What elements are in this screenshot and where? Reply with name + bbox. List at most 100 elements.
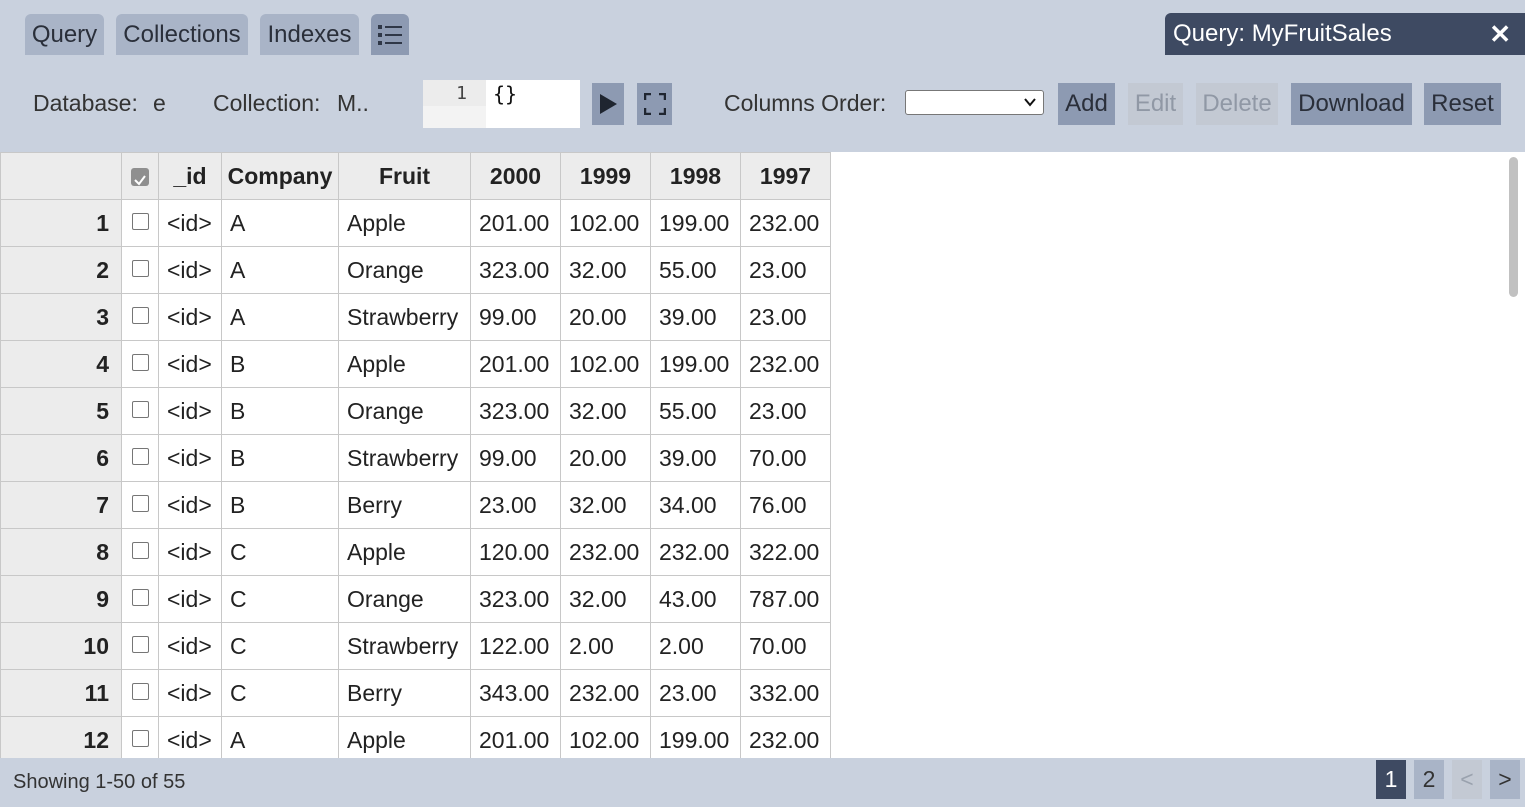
page-1-button[interactable]: 1	[1376, 760, 1406, 799]
cell-fruit[interactable]: Apple	[338, 199, 471, 247]
cell-1999[interactable]: 232.00	[560, 528, 651, 576]
cell-2000[interactable]: 201.00	[470, 716, 561, 758]
cell-company[interactable]: B	[221, 481, 339, 529]
cell-fruit[interactable]: Strawberry	[338, 434, 471, 482]
cell-1999[interactable]: 232.00	[560, 669, 651, 717]
cell-2000[interactable]: 122.00	[470, 622, 561, 670]
cell-1999[interactable]: 32.00	[560, 387, 651, 435]
row-checkbox[interactable]	[131, 447, 149, 465]
cell-1998[interactable]: 43.00	[650, 575, 741, 623]
table-row[interactable]: 12 <id> A Apple 201.00 102.00 199.00 232.00	[0, 716, 831, 758]
cell-1999[interactable]: 20.00	[560, 293, 651, 341]
table-row[interactable]: 3 <id> A Strawberry 99.00 20.00 39.00 23.00	[0, 293, 831, 341]
cell-id[interactable]: <id>	[158, 481, 222, 529]
cell-1998[interactable]: 232.00	[650, 528, 741, 576]
table-row[interactable]: 8 <id> C Apple 120.00 232.00 232.00 322.00	[0, 528, 831, 576]
column-header-fruit[interactable]: Fruit	[338, 152, 471, 200]
cell-company[interactable]: A	[221, 293, 339, 341]
select-all-checkbox[interactable]	[121, 152, 159, 200]
cell-1998[interactable]: 55.00	[650, 387, 741, 435]
row-checkbox[interactable]	[131, 259, 149, 277]
cell-company[interactable]: A	[221, 199, 339, 247]
cell-company[interactable]: B	[221, 340, 339, 388]
column-header-2000[interactable]: 2000	[470, 152, 561, 200]
column-header-1997[interactable]: 1997	[740, 152, 831, 200]
columns-order-select[interactable]	[905, 90, 1044, 115]
cell-id[interactable]: <id>	[158, 669, 222, 717]
prev-page-button[interactable]: <	[1452, 760, 1482, 799]
cell-id[interactable]: <id>	[158, 575, 222, 623]
cell-2000[interactable]: 23.00	[470, 481, 561, 529]
cell-fruit[interactable]: Strawberry	[338, 293, 471, 341]
cell-1998[interactable]: 55.00	[650, 246, 741, 294]
table-row[interactable]: 11 <id> C Berry 343.00 232.00 23.00 332.00	[0, 669, 831, 717]
cell-id[interactable]: <id>	[158, 387, 222, 435]
cell-1997[interactable]: 787.00	[740, 575, 831, 623]
cell-company[interactable]: C	[221, 528, 339, 576]
cell-1998[interactable]: 23.00	[650, 669, 741, 717]
cell-2000[interactable]: 120.00	[470, 528, 561, 576]
cell-fruit[interactable]: Orange	[338, 387, 471, 435]
cell-1999[interactable]: 2.00	[560, 622, 651, 670]
tab-collections[interactable]: Collections	[116, 14, 248, 55]
cell-1999[interactable]: 20.00	[560, 434, 651, 482]
cell-1997[interactable]: 70.00	[740, 622, 831, 670]
cell-1997[interactable]: 232.00	[740, 199, 831, 247]
cell-id[interactable]: <id>	[158, 434, 222, 482]
column-header-1999[interactable]: 1999	[560, 152, 651, 200]
cell-1999[interactable]: 32.00	[560, 575, 651, 623]
cell-id[interactable]: <id>	[158, 528, 222, 576]
cell-id[interactable]: <id>	[158, 340, 222, 388]
download-button[interactable]: Download	[1291, 83, 1412, 125]
delete-button[interactable]: Delete	[1196, 83, 1278, 125]
tab-list-menu-button[interactable]	[371, 14, 409, 55]
cell-1997[interactable]: 232.00	[740, 716, 831, 758]
cell-1999[interactable]: 32.00	[560, 246, 651, 294]
cell-1998[interactable]: 199.00	[650, 716, 741, 758]
column-header-1998[interactable]: 1998	[650, 152, 741, 200]
cell-company[interactable]: C	[221, 669, 339, 717]
cell-2000[interactable]: 323.00	[470, 575, 561, 623]
cell-1997[interactable]: 322.00	[740, 528, 831, 576]
cell-id[interactable]: <id>	[158, 716, 222, 758]
cell-1998[interactable]: 199.00	[650, 340, 741, 388]
table-row[interactable]: 6 <id> B Strawberry 99.00 20.00 39.00 70.00	[0, 434, 831, 482]
reset-button[interactable]: Reset	[1424, 83, 1501, 125]
cell-2000[interactable]: 99.00	[470, 434, 561, 482]
edit-button[interactable]: Edit	[1128, 83, 1183, 125]
row-checkbox[interactable]	[131, 541, 149, 559]
row-checkbox[interactable]	[131, 635, 149, 653]
cell-fruit[interactable]: Apple	[338, 340, 471, 388]
cell-1999[interactable]: 32.00	[560, 481, 651, 529]
query-editor[interactable]: 1 {}	[423, 80, 580, 128]
cell-company[interactable]: B	[221, 387, 339, 435]
cell-1998[interactable]: 34.00	[650, 481, 741, 529]
cell-1997[interactable]: 76.00	[740, 481, 831, 529]
cell-fruit[interactable]: Orange	[338, 246, 471, 294]
cell-company[interactable]: A	[221, 716, 339, 758]
cell-1997[interactable]: 23.00	[740, 387, 831, 435]
cell-id[interactable]: <id>	[158, 199, 222, 247]
cell-fruit[interactable]: Strawberry	[338, 622, 471, 670]
cell-company[interactable]: C	[221, 575, 339, 623]
table-row[interactable]: 5 <id> B Orange 323.00 32.00 55.00 23.00	[0, 387, 831, 435]
vertical-scrollbar[interactable]	[1509, 157, 1518, 297]
row-checkbox[interactable]	[131, 682, 149, 700]
cell-company[interactable]: A	[221, 246, 339, 294]
cell-company[interactable]: B	[221, 434, 339, 482]
add-button[interactable]: Add	[1058, 83, 1115, 125]
fullscreen-button[interactable]	[637, 83, 672, 125]
page-2-button[interactable]: 2	[1414, 760, 1444, 799]
close-icon[interactable]: ✕	[1489, 13, 1511, 55]
row-checkbox[interactable]	[131, 494, 149, 512]
cell-2000[interactable]: 323.00	[470, 246, 561, 294]
table-row[interactable]: 4 <id> B Apple 201.00 102.00 199.00 232.00	[0, 340, 831, 388]
cell-1998[interactable]: 199.00	[650, 199, 741, 247]
cell-2000[interactable]: 99.00	[470, 293, 561, 341]
table-row[interactable]: 10 <id> C Strawberry 122.00 2.00 2.00 70.00	[0, 622, 831, 670]
tab-indexes[interactable]: Indexes	[260, 14, 359, 55]
cell-1997[interactable]: 232.00	[740, 340, 831, 388]
cell-2000[interactable]: 323.00	[470, 387, 561, 435]
row-checkbox[interactable]	[131, 729, 149, 747]
cell-2000[interactable]: 201.00	[470, 199, 561, 247]
